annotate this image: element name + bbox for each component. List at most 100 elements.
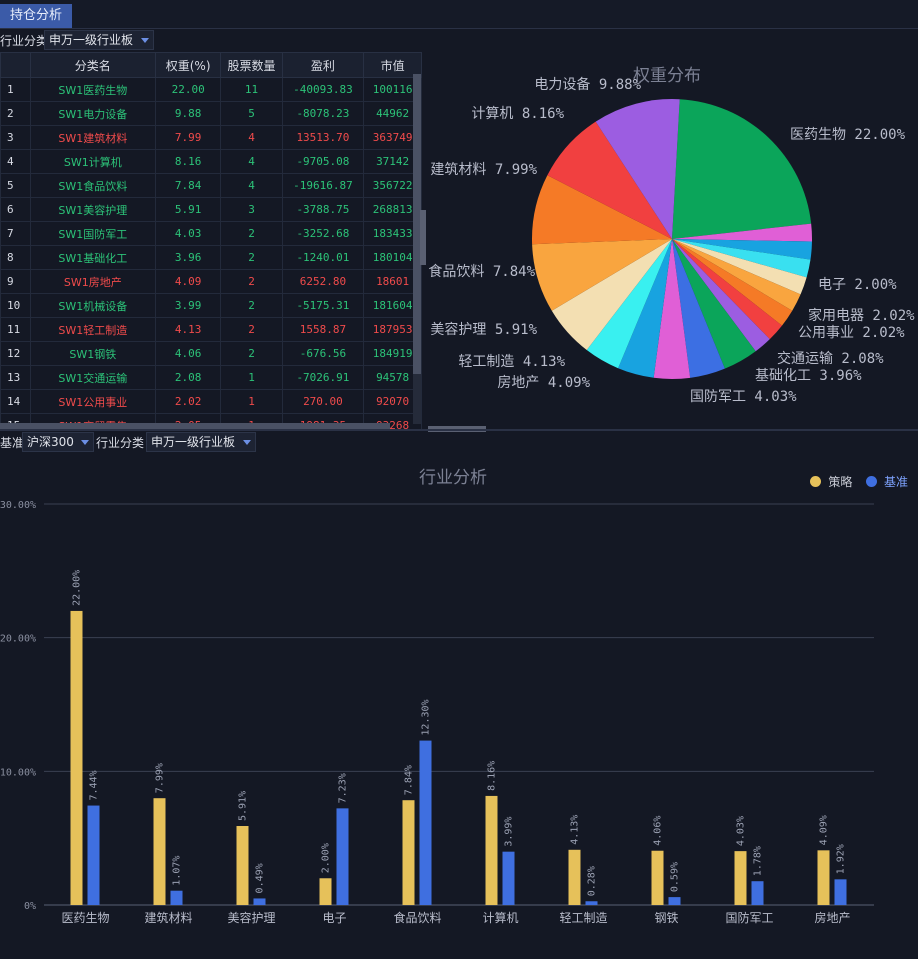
- table-row[interactable]: 10 SW1机械设备 3.99 2 -5175.31 181604: [0, 293, 422, 318]
- table-row[interactable]: 1 SW1医药生物 22.00 11 -40093.83 100116: [0, 77, 422, 102]
- industry-classification-select[interactable]: 申万一级行业板: [44, 30, 154, 50]
- bar-benchmark[interactable]: [253, 898, 266, 905]
- tab-position-analysis[interactable]: 持仓分析: [0, 4, 73, 28]
- cell-profit: -19616.87: [281, 173, 365, 198]
- pie-slice[interactable]: [672, 99, 812, 240]
- cell-name: SW1公用事业: [29, 389, 156, 414]
- benchmark-select[interactable]: 沪深300: [22, 432, 94, 452]
- cell-profit: -5175.31: [281, 293, 365, 318]
- pie-slice-label: 公用事业 2.02%: [798, 325, 905, 341]
- bar-value-label: 4.03%: [736, 816, 747, 846]
- table-row[interactable]: 4 SW1计算机 8.16 4 -9705.08 37142: [0, 149, 422, 174]
- table-row[interactable]: 9 SW1房地产 4.09 2 6252.80 18601: [0, 269, 422, 294]
- chevron-down-icon: [141, 38, 149, 43]
- cell-count: 2: [220, 293, 283, 318]
- table-row[interactable]: 2 SW1电力设备 9.88 5 -8078.23 44962: [0, 101, 422, 126]
- bar-strategy[interactable]: [236, 826, 249, 905]
- cell-profit: -8078.23: [281, 101, 365, 126]
- column-header[interactable]: 盈利: [281, 52, 365, 78]
- cell-weight: 4.06: [154, 341, 222, 366]
- bar-benchmark[interactable]: [336, 808, 349, 905]
- weight-pie-chart: 权重分布 医药生物 22.00% 电子 2.00% 家用电器 2.02% 公用事业 2.…: [422, 29, 918, 429]
- cell-name: SW1食品饮料: [29, 173, 156, 198]
- bar-strategy[interactable]: [402, 800, 415, 905]
- cell-weight: 22.00: [154, 77, 222, 102]
- cell-name: SW1交通运输: [29, 365, 156, 390]
- bar-value-label: 1.92%: [836, 844, 847, 874]
- pie-slice-label: 国防军工 4.03%: [690, 389, 797, 405]
- table-row[interactable]: 13 SW1交通运输 2.08 1 -7026.91 94578: [0, 365, 422, 390]
- x-tick-label: 建筑材料: [144, 910, 192, 925]
- x-tick-label: 钢铁: [654, 911, 678, 925]
- table-row[interactable]: 3 SW1建筑材料 7.99 4 13513.70 363749: [0, 125, 422, 150]
- bar-benchmark[interactable]: [419, 740, 432, 905]
- cell-idx: 14: [0, 389, 31, 414]
- cell-idx: 2: [0, 101, 31, 126]
- cell-idx: 11: [0, 317, 31, 342]
- cell-name: SW1医药生物: [29, 77, 156, 102]
- y-tick-label: 10.00%: [0, 767, 36, 778]
- chart-legend: 策略 基准: [810, 473, 908, 490]
- bar-benchmark[interactable]: [585, 901, 598, 905]
- bar-benchmark[interactable]: [170, 890, 183, 905]
- bar-strategy[interactable]: [651, 850, 664, 905]
- pie-slice-label: 家用电器 2.02%: [808, 307, 915, 324]
- bar-benchmark[interactable]: [834, 879, 847, 905]
- bar-value-label: 1.78%: [753, 846, 764, 876]
- table-row[interactable]: 11 SW1轻工制造 4.13 2 1558.87 187953: [0, 317, 422, 342]
- bar-strategy[interactable]: [734, 851, 747, 905]
- benchmark-value: 沪深300: [27, 435, 74, 449]
- bar-strategy[interactable]: [153, 798, 166, 905]
- column-header[interactable]: 分类名: [29, 52, 156, 78]
- bar-value-label: 0.28%: [587, 866, 598, 896]
- cell-count: 11: [220, 77, 283, 102]
- cell-idx: 3: [0, 125, 31, 150]
- industry-bar-chart: 行业分析 0% 10.00% 20.00% 30.00% 医药生物 22.00% 7.44% 建…: [0, 453, 918, 955]
- table-row[interactable]: 12 SW1钢铁 4.06 2 -676.56 184919: [0, 341, 422, 366]
- cell-profit: -3788.75: [281, 197, 365, 222]
- column-header[interactable]: 权重(%): [154, 52, 222, 78]
- cell-profit: 270.00: [281, 389, 365, 414]
- industry-classification-select[interactable]: 申万一级行业板: [146, 432, 256, 452]
- legend-label-strategy[interactable]: 策略: [828, 473, 852, 490]
- pie-slice-label: 房地产 4.09%: [497, 375, 590, 391]
- bar-strategy[interactable]: [568, 849, 581, 905]
- table-row[interactable]: 7 SW1国防军工 4.03 2 -3252.68 183433: [0, 221, 422, 246]
- pie-slice-label: 计算机 8.16%: [471, 106, 564, 122]
- column-header[interactable]: [0, 52, 31, 78]
- cell-count: 1: [220, 389, 283, 414]
- x-tick-label: 房地产: [814, 910, 850, 925]
- legend-swatch-benchmark: [866, 476, 878, 487]
- y-tick-label: 30.00%: [0, 500, 36, 511]
- bar-strategy[interactable]: [485, 795, 498, 905]
- cell-count: 2: [220, 245, 283, 270]
- industry-filter-label: 行业分类: [96, 436, 145, 450]
- industry-table: 分类名 权重(%) 股票数量 盈利 市值 1 SW1医药生物 22.00 11 -40093.8…: [0, 52, 422, 429]
- bar-benchmark[interactable]: [502, 851, 515, 905]
- cell-count: 4: [220, 149, 283, 174]
- bar-strategy[interactable]: [319, 878, 332, 905]
- top-bar: 持仓分析: [0, 0, 918, 29]
- chevron-down-icon: [81, 440, 89, 445]
- cell-profit: -40093.83: [281, 77, 365, 102]
- bar-value-label: 5.91%: [238, 791, 249, 821]
- bar-benchmark[interactable]: [668, 897, 681, 905]
- cell-count: 1: [220, 365, 283, 390]
- cell-count: 2: [220, 221, 283, 246]
- table-row[interactable]: 6 SW1美容护理 5.91 3 -3788.75 268813: [0, 197, 422, 222]
- bar-benchmark[interactable]: [87, 805, 100, 905]
- table-row[interactable]: 8 SW1基础化工 3.96 2 -1240.01 180104: [0, 245, 422, 270]
- bar-strategy[interactable]: [70, 610, 83, 905]
- bar-value-label: 7.84%: [404, 765, 415, 795]
- bar-value-label: 7.99%: [155, 763, 166, 793]
- chevron-down-icon: [243, 440, 251, 445]
- bar-strategy[interactable]: [817, 850, 830, 905]
- legend-label-benchmark[interactable]: 基准: [884, 473, 908, 490]
- column-header[interactable]: 股票数量: [220, 52, 283, 78]
- table-row[interactable]: 14 SW1公用事业 2.02 1 270.00 92070: [0, 389, 422, 414]
- cell-count: 3: [220, 197, 283, 222]
- cell-weight: 4.09: [154, 269, 222, 294]
- cell-name: SW1建筑材料: [29, 125, 156, 150]
- bar-benchmark[interactable]: [751, 881, 764, 905]
- table-row[interactable]: 5 SW1食品饮料 7.84 4 -19616.87 356722: [0, 173, 422, 198]
